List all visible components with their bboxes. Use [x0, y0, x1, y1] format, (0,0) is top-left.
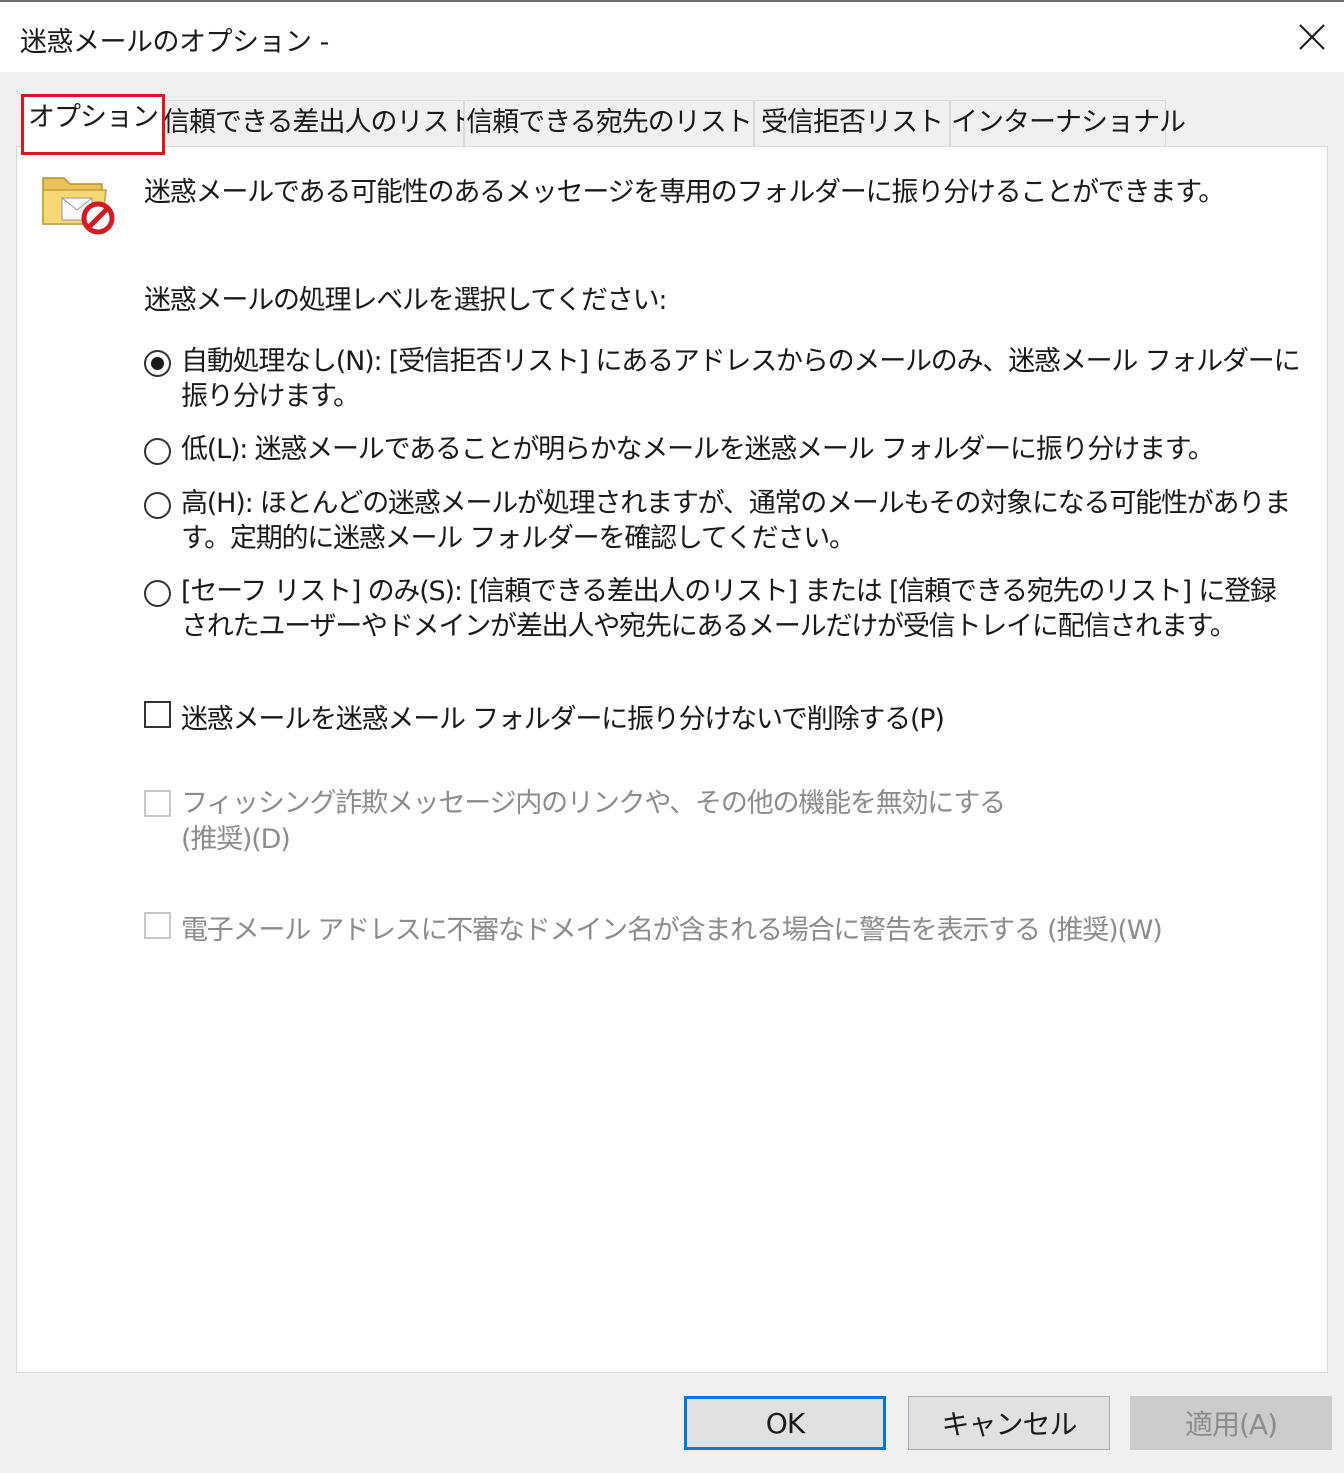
tab-blocked-senders[interactable]: 受信拒否リスト — [754, 100, 950, 146]
tab-international[interactable]: インターナショナル — [950, 100, 1186, 146]
junk-folder-icon — [42, 177, 115, 235]
radio-level-low[interactable] — [144, 438, 171, 465]
checkbox-suspicious-domain-warning — [144, 912, 171, 939]
window-title: 迷惑メールのオプション - — [20, 27, 329, 58]
level-prompt: 迷惑メールの処理レベルを選択してください: — [144, 285, 667, 316]
checkbox-disable-phishing-links-label: フィッシング詐欺メッセージ内のリンクや、その他の機能を無効にする (推奨)(D) — [181, 788, 1006, 855]
ok-button[interactable]: OK — [684, 1396, 886, 1450]
radio-level-safe-list[interactable] — [144, 580, 171, 607]
options-panel — [16, 146, 1328, 1373]
radio-level-high[interactable] — [144, 492, 171, 519]
close-button[interactable] — [1284, 12, 1340, 62]
radio-level-high-label[interactable]: 高(H): ほとんどの迷惑メールが処理されますが、通常のメールもその対象になる可… — [181, 486, 1301, 556]
checkbox-suspicious-domain-warning-label: 電子メール アドレスに不審なドメイン名が含まれる場合に警告を表示する (推奨)(… — [181, 915, 1163, 946]
tab-options[interactable]: オプション — [24, 94, 162, 152]
radio-level-none-label[interactable]: 自動処理なし(N): [受信拒否リスト] にあるアドレスからのメールのみ、迷惑メ… — [181, 344, 1301, 414]
radio-level-low-label[interactable]: 低(L): 迷惑メールであることが明らかなメールを迷惑メール フォルダーに振り分… — [181, 432, 1301, 467]
cancel-button[interactable]: キャンセル — [908, 1396, 1110, 1450]
checkbox-disable-phishing-links — [144, 790, 171, 817]
checkbox-delete-junk-label[interactable]: 迷惑メールを迷惑メール フォルダーに振り分けないで削除する(P) — [181, 697, 945, 736]
title-bar: 迷惑メールのオプション - — [0, 0, 1344, 72]
options-description: 迷惑メールである可能性のあるメッセージを専用のフォルダーに振り分けることができま… — [144, 177, 1225, 208]
tab-safe-recipients[interactable]: 信頼できる宛先のリスト — [464, 100, 754, 146]
radio-level-none[interactable] — [144, 350, 171, 377]
radio-level-safe-list-label[interactable]: [セーフ リスト] のみ(S): [信頼できる差出人のリスト] または [信頼で… — [181, 574, 1301, 644]
apply-button: 適用(A) — [1130, 1396, 1332, 1450]
checkbox-delete-junk[interactable] — [144, 701, 171, 728]
tab-safe-senders[interactable]: 信頼できる差出人のリスト — [162, 100, 475, 146]
close-icon — [1299, 24, 1325, 50]
